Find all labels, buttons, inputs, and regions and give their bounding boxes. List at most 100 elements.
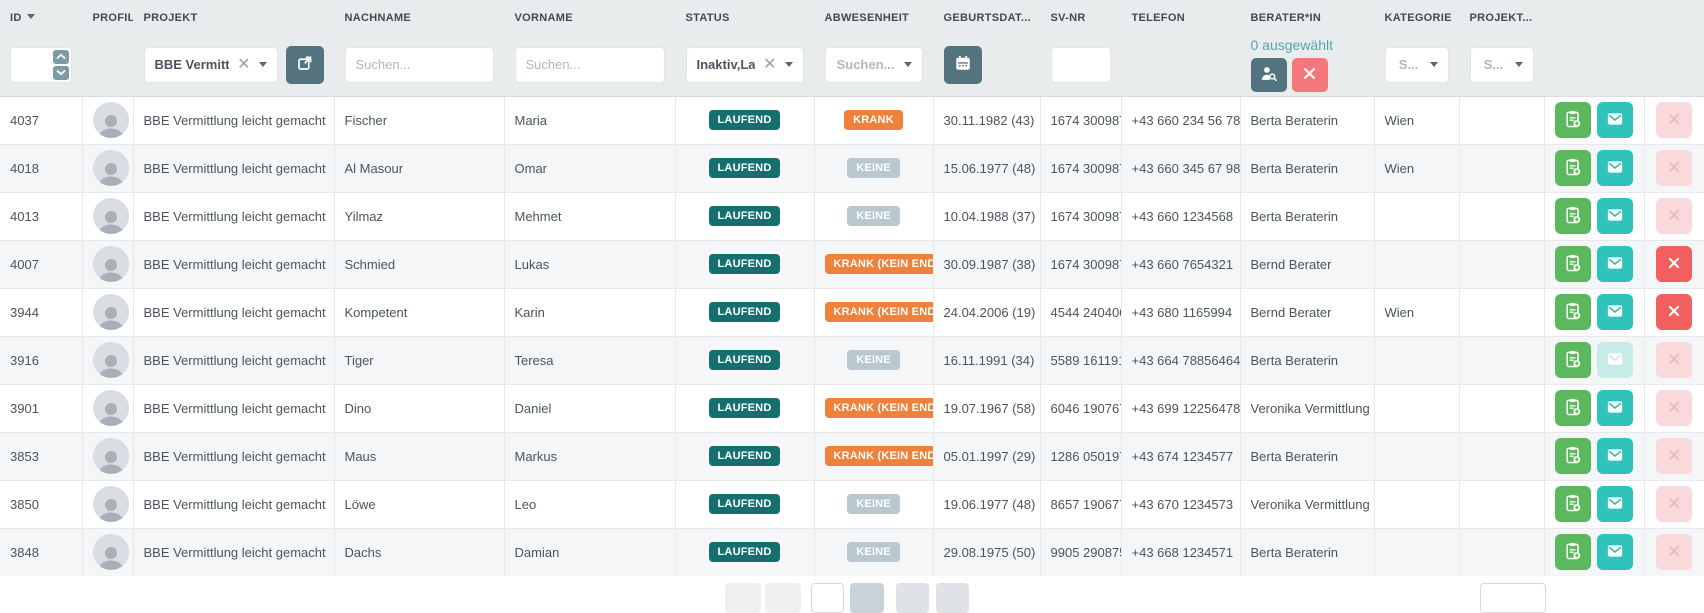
cell-telefon: +43 680 1165994 (1121, 288, 1240, 336)
vorname-search-input[interactable] (515, 47, 665, 83)
table-row: 4037BBE Vermittlung leicht gemachtFische… (0, 96, 1704, 144)
send-mail-button[interactable] (1597, 198, 1633, 234)
add-document-button[interactable] (1555, 390, 1591, 426)
send-mail-button[interactable] (1597, 438, 1633, 474)
projekt-filter-select[interactable]: BBE Vermittlun... ✕ (144, 47, 278, 83)
cell-id: 3901 (0, 384, 82, 432)
send-mail-button[interactable] (1597, 246, 1633, 282)
kategorie-filter-select[interactable]: S... (1385, 47, 1449, 83)
cell-geburtsdatum: 29.08.1975 (50) (933, 528, 1040, 576)
stepper-down-button[interactable] (53, 66, 69, 80)
clear-filter-icon[interactable]: ✕ (237, 57, 250, 73)
column-header-projekt2[interactable]: PROJEKT... (1459, 0, 1544, 34)
add-document-button[interactable] (1555, 438, 1591, 474)
column-header-vorname[interactable]: VORNAME (504, 0, 675, 34)
projekt2-filter-select[interactable]: S... (1470, 47, 1534, 83)
column-header-nachname[interactable]: NACHNAME (334, 0, 504, 34)
send-mail-button[interactable] (1597, 486, 1633, 522)
clear-filter-icon[interactable]: ✕ (763, 57, 776, 73)
pagination-prev-button[interactable] (765, 583, 801, 613)
profile-avatar[interactable] (93, 534, 129, 570)
cell-berater: Berta Beraterin (1240, 528, 1374, 576)
berater-clear-button[interactable] (1292, 58, 1328, 92)
pagination-last-button[interactable] (936, 583, 969, 613)
send-mail-button[interactable] (1597, 150, 1633, 186)
cell-projekt2 (1459, 384, 1544, 432)
profile-avatar[interactable] (93, 150, 129, 186)
profile-avatar[interactable] (93, 390, 129, 426)
cell-telefon: +43 668 1234571 (1121, 528, 1240, 576)
berater-search-button[interactable] (1251, 58, 1287, 92)
cell-status: LAUFEND (675, 528, 814, 576)
column-header-id[interactable]: ID (0, 0, 82, 34)
send-mail-button[interactable] (1597, 534, 1633, 570)
page-size-select[interactable] (1480, 583, 1546, 613)
add-document-button[interactable] (1555, 198, 1591, 234)
profile-avatar[interactable] (93, 294, 129, 330)
nachname-search-input[interactable] (345, 47, 494, 83)
profile-avatar[interactable] (93, 438, 129, 474)
id-filter-input[interactable] (10, 47, 72, 83)
clipboard-add-icon (1563, 541, 1583, 564)
table-body: 4037BBE Vermittlung leicht gemachtFische… (0, 96, 1704, 576)
column-header-profil[interactable]: PROFIL... (82, 0, 133, 34)
column-header-abwesenheit[interactable]: ABWESENHEIT (814, 0, 933, 34)
add-document-button[interactable] (1555, 342, 1591, 378)
cell-abwesenheit: KEINE (814, 528, 933, 576)
pagination-next-button[interactable] (896, 583, 929, 613)
add-document-button[interactable] (1555, 294, 1591, 330)
column-header-svnr[interactable]: SV-NR (1040, 0, 1121, 34)
column-header-projekt[interactable]: PROJEKT (133, 0, 334, 34)
remove-button[interactable] (1656, 294, 1692, 330)
cell-nachname: Yilmaz (334, 192, 504, 240)
cell-geburtsdatum: 10.04.1988 (37) (933, 192, 1040, 240)
svnr-filter-input[interactable] (1051, 47, 1111, 83)
profile-avatar[interactable] (93, 102, 129, 138)
send-mail-button[interactable] (1597, 294, 1633, 330)
add-document-button[interactable] (1555, 246, 1591, 282)
add-document-button[interactable] (1555, 486, 1591, 522)
cell-vorname: Omar (504, 144, 675, 192)
cell-remove (1644, 288, 1704, 336)
stepper-up-button[interactable] (53, 50, 69, 64)
pagination-first-button[interactable] (725, 583, 761, 613)
add-document-button[interactable] (1555, 534, 1591, 570)
pagination-page-input[interactable] (811, 583, 844, 613)
open-projekt-button[interactable] (286, 46, 324, 84)
filter-cell-svnr (1040, 34, 1121, 96)
column-header-telefon[interactable]: TELEFON (1121, 0, 1240, 34)
column-header-geburtsdatum[interactable]: GEBURTSDAT... (933, 0, 1040, 34)
column-header-kategorie[interactable]: KATEGORIE (1374, 0, 1459, 34)
cell-svnr: 1674 300987 (1040, 240, 1121, 288)
status-filter-select[interactable]: Inaktiv,La... ✕ (686, 47, 804, 83)
id-filter-field[interactable] (11, 48, 51, 82)
status-filter-value: Inaktiv,La... (697, 57, 756, 72)
cell-status: LAUFEND (675, 384, 814, 432)
profile-avatar[interactable] (93, 342, 129, 378)
cell-svnr: 1674 300987 (1040, 96, 1121, 144)
send-mail-button[interactable] (1597, 102, 1633, 138)
cell-status: LAUFEND (675, 480, 814, 528)
profile-avatar[interactable] (93, 486, 129, 522)
column-header-berater[interactable]: BERATER*IN (1240, 0, 1374, 34)
column-header-status[interactable]: STATUS (675, 0, 814, 34)
cell-abwesenheit: KRANK (KEIN ENDE) (814, 240, 933, 288)
abwesenheit-filter-select[interactable]: Suchen... (825, 47, 923, 83)
date-filter-button[interactable] (944, 46, 982, 84)
cell-projekt2 (1459, 240, 1544, 288)
cell-berater: Veronika Vermittlung (1240, 384, 1374, 432)
table-row: 3901BBE Vermittlung leicht gemachtDinoDa… (0, 384, 1704, 432)
status-badge: LAUFEND (709, 398, 781, 418)
profile-avatar[interactable] (93, 246, 129, 282)
pagination-page-button[interactable] (850, 583, 884, 613)
clipboard-add-icon (1563, 301, 1583, 324)
cell-projekt: BBE Vermittlung leicht gemacht (133, 288, 334, 336)
send-mail-button[interactable] (1597, 390, 1633, 426)
remove-button[interactable] (1656, 246, 1692, 282)
profile-avatar[interactable] (93, 198, 129, 234)
add-document-button[interactable] (1555, 102, 1591, 138)
cell-vorname: Teresa (504, 336, 675, 384)
cell-geburtsdatum: 16.11.1991 (34) (933, 336, 1040, 384)
add-document-button[interactable] (1555, 150, 1591, 186)
cell-svnr: 6046 190767 (1040, 384, 1121, 432)
